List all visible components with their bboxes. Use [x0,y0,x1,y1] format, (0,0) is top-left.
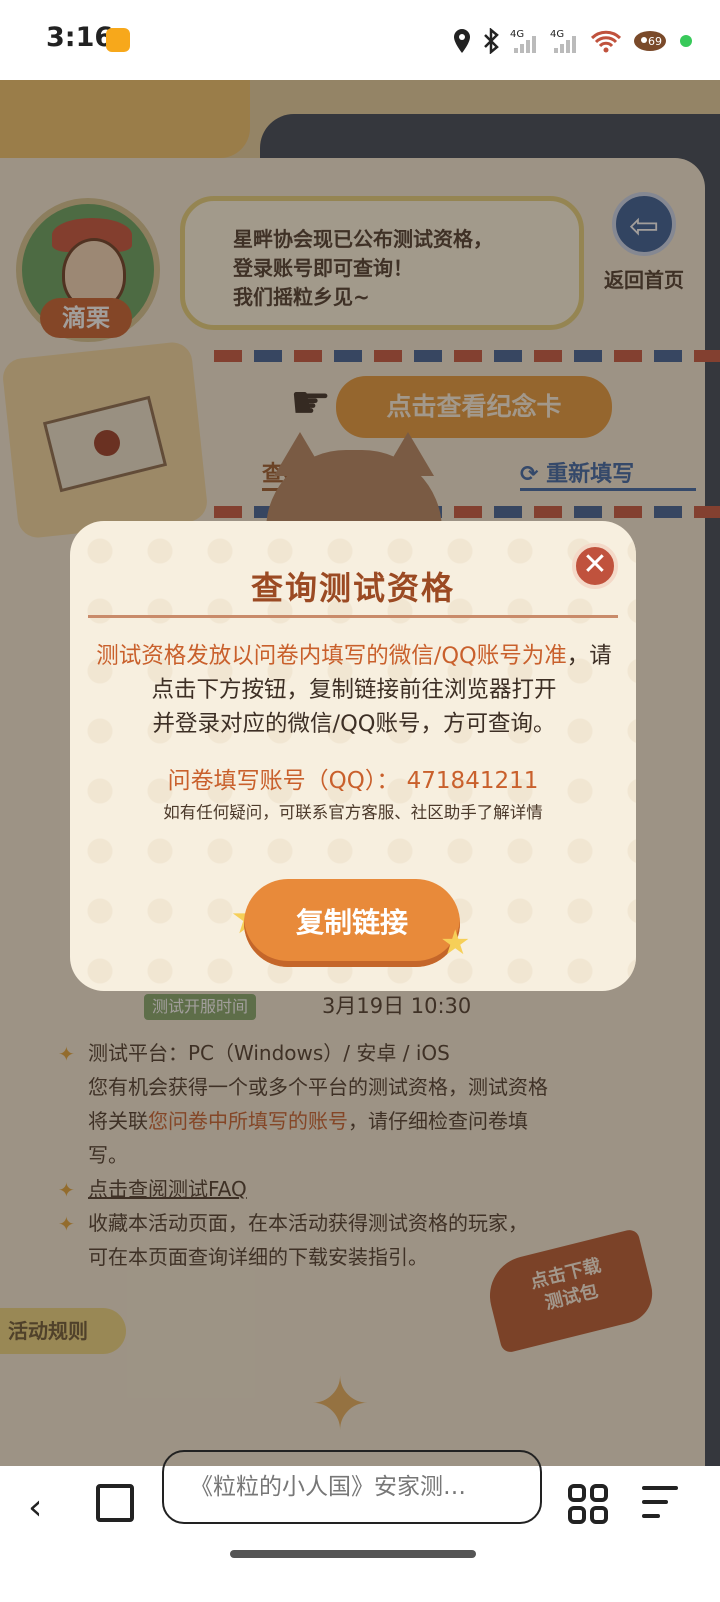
active-dot [680,35,692,47]
copy-link-button[interactable]: 复制链接 [244,879,460,967]
status-time: 3:16 [46,22,114,53]
grid-cell [590,1484,608,1502]
apps-grid-icon[interactable] [568,1484,608,1524]
back-icon[interactable]: ‹ [28,1486,68,1530]
account-line: 问卷填写账号（QQ）： 471841211 [167,768,539,794]
battery-icon: 69 [634,31,666,51]
tabs-icon[interactable] [96,1484,134,1522]
browser-toolbar: ‹ 《粒粒的小人国》安家测… [0,1450,720,1602]
home-indicator[interactable] [230,1550,476,1558]
menu-line [642,1500,668,1504]
svg-text:69: 69 [648,35,662,48]
dialog-message-highlight: 测试资格发放以问卷内填写的微信/QQ账号为准 [96,643,567,669]
status-indicators: 4G 4G 69 [452,24,692,58]
signal-icon: 4G [510,29,536,53]
grid-cell [568,1506,586,1524]
query-dialog: 查询测试资格 ✕ 测试资格发放以问卷内填写的微信/QQ账号为准，请点击下方按钮，… [70,521,636,991]
menu-line [642,1486,678,1490]
grid-cell [568,1484,586,1502]
menu-icon[interactable] [642,1486,678,1520]
status-bar: 3:16 4G 4G 69 [0,0,720,80]
address-bar[interactable]: 《粒粒的小人国》安家测… [162,1450,542,1524]
dialog-message: 测试资格发放以问卷内填写的微信/QQ账号为准，请点击下方按钮，复制链接前往浏览器… [92,639,616,741]
bluetooth-icon [484,28,499,54]
svg-text:4G: 4G [550,29,564,40]
star-icon: ★ [440,923,471,963]
dialog-message-text: 并登录对应的微信/QQ账号，方可查询。 [152,711,556,737]
svg-text:4G: 4G [510,29,524,40]
close-icon[interactable]: ✕ [572,543,618,589]
grid-cell [590,1506,608,1524]
dialog-divider [88,615,618,618]
app-notification-icon [106,28,130,52]
wifi-icon [590,30,622,53]
menu-line [642,1514,660,1518]
signal-icon: 4G [550,29,576,53]
dialog-title: 查询测试资格 [250,569,455,607]
help-line: 如有任何疑问，可联系官方客服、社区助手了解详情 [163,803,543,822]
location-icon [454,29,470,53]
